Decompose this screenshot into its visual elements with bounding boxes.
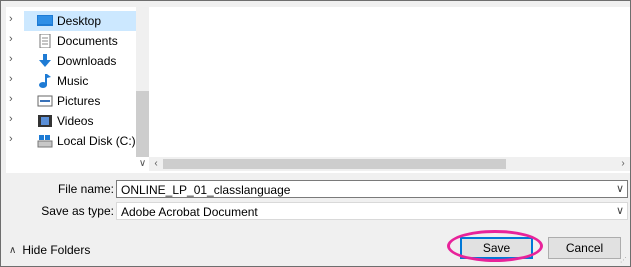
scrollbar-thumb[interactable]	[136, 91, 149, 157]
horizontal-scrollbar[interactable]: ‹ ›	[149, 157, 630, 171]
chevron-down-icon[interactable]: ∨	[616, 204, 624, 217]
nav-label: Desktop	[57, 14, 102, 28]
chevron-down-icon[interactable]: ∨	[136, 157, 149, 171]
music-icon	[37, 74, 53, 88]
navigation-pane: › Desktop › Documents › Downloads › Musi…	[6, 7, 149, 157]
save-type-value: Adobe Acrobat Document	[121, 205, 258, 219]
chevron-right-icon[interactable]: ›	[9, 133, 19, 145]
chevron-right-icon[interactable]: ›	[9, 13, 19, 25]
save-type-row: Save as type:	[1, 202, 114, 220]
chevron-down-icon[interactable]: ∨	[616, 182, 624, 195]
chevron-right-icon[interactable]: ›	[9, 93, 19, 105]
cancel-button[interactable]: Cancel	[548, 237, 621, 259]
nav-item-music[interactable]: › Music	[6, 71, 136, 91]
downloads-icon	[37, 54, 53, 68]
nav-label: Videos	[57, 114, 94, 128]
chevron-right-icon[interactable]: ›	[616, 157, 630, 171]
nav-item-videos[interactable]: › Videos	[6, 111, 136, 131]
nav-label: Downloads	[57, 54, 117, 68]
chevron-left-icon[interactable]: ‹	[149, 157, 163, 171]
nav-item-local-disk[interactable]: › Local Disk (C:)	[6, 131, 136, 151]
save-type-label: Save as type:	[41, 204, 114, 218]
chevron-up-icon: ∧	[9, 244, 17, 256]
hide-folders-button[interactable]: ∧ Hide Folders	[9, 242, 90, 258]
desktop-icon	[37, 14, 53, 28]
nav-label: Pictures	[57, 94, 101, 108]
file-name-field[interactable]: ONLINE_LP_01_classlanguage ∨	[116, 180, 628, 198]
vertical-scrollbar[interactable]	[136, 7, 149, 157]
documents-icon	[37, 33, 53, 49]
nav-item-downloads[interactable]: › Downloads	[6, 51, 136, 71]
save-type-select[interactable]: Adobe Acrobat Document ∨	[116, 202, 628, 220]
file-name-row: File name:	[1, 180, 114, 198]
pictures-icon	[37, 94, 53, 108]
partial-nav-item	[36, 169, 86, 175]
save-as-dialog: › Desktop › Documents › Downloads › Musi…	[0, 0, 631, 267]
resize-grip-icon[interactable]: ⋰	[620, 256, 628, 264]
nav-label: Local Disk (C:)	[57, 134, 136, 148]
chevron-right-icon[interactable]: ›	[9, 113, 19, 125]
folder-browser: › Desktop › Documents › Downloads › Musi…	[6, 7, 630, 173]
chevron-right-icon[interactable]: ›	[9, 53, 19, 65]
chevron-right-icon[interactable]: ›	[9, 73, 19, 85]
file-name-label: File name:	[57, 182, 114, 196]
save-button[interactable]: Save	[460, 237, 533, 259]
nav-label: Documents	[57, 34, 118, 48]
chevron-right-icon[interactable]: ›	[9, 33, 19, 45]
scrollbar-thumb[interactable]	[163, 159, 506, 169]
drive-icon	[37, 134, 53, 148]
file-name-value: ONLINE_LP_01_classlanguage	[121, 183, 291, 197]
nav-item-desktop[interactable]: › Desktop	[9, 11, 136, 31]
hide-folders-label: Hide Folders	[22, 243, 91, 257]
nav-item-documents[interactable]: › Documents	[6, 31, 136, 51]
videos-icon	[37, 114, 53, 128]
nav-item-pictures[interactable]: › Pictures	[6, 91, 136, 111]
nav-label: Music	[57, 74, 89, 88]
